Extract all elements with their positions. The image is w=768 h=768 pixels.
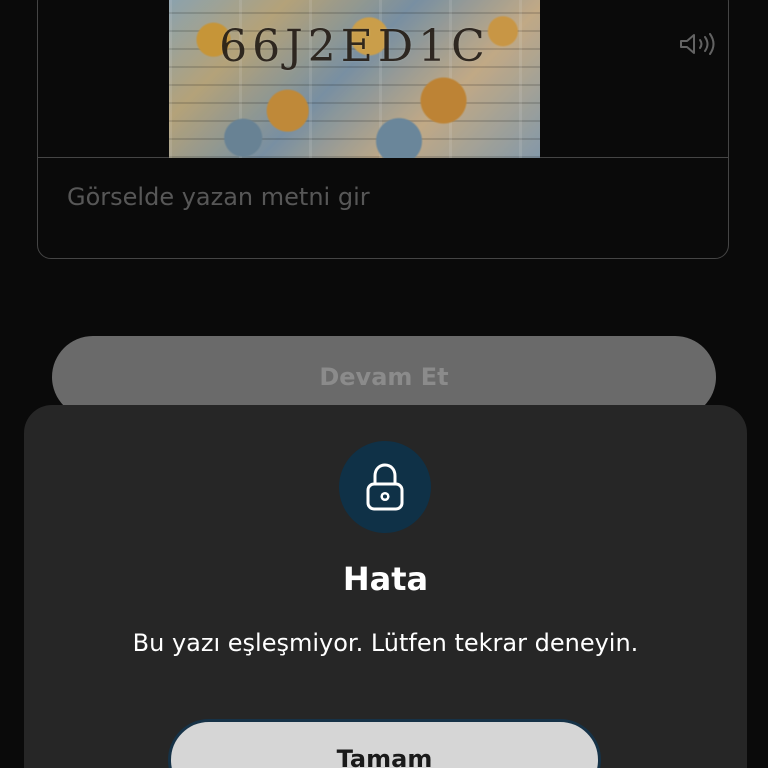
lock-badge: [339, 441, 431, 533]
lock-icon: [366, 463, 404, 511]
error-dialog-sheet: Hata Bu yazı eşleşmiyor. Lütfen tekrar d…: [24, 405, 747, 768]
ok-button-label: Tamam: [336, 745, 433, 768]
captcha-image-area: 66J2ED1C: [38, 0, 728, 158]
ok-button[interactable]: Tamam: [168, 719, 601, 768]
captcha-text: 66J2ED1C: [219, 21, 490, 72]
captcha-input[interactable]: [56, 167, 696, 227]
captcha-screen: 66J2ED1C Devam Et Hata Bu yazı eşleşmiyo…: [0, 0, 768, 768]
speaker-icon[interactable]: [679, 32, 717, 56]
captcha-card: 66J2ED1C: [37, 0, 729, 259]
dialog-message: Bu yazı eşleşmiyor. Lütfen tekrar deneyi…: [132, 629, 639, 657]
dialog-title: Hata: [342, 560, 429, 598]
captcha-image: 66J2ED1C: [169, 0, 540, 158]
